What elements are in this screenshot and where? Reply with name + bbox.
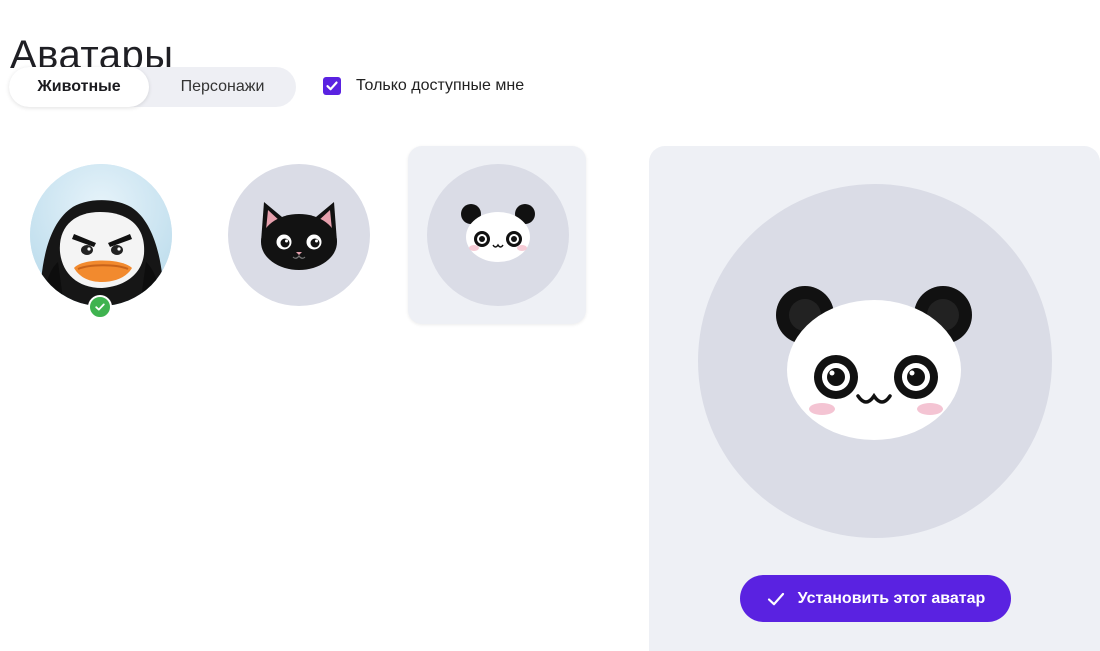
tab-animals[interactable]: Животные <box>9 67 149 107</box>
avatar-option-penguin[interactable] <box>11 146 189 324</box>
avatar-preview-panel: Установить этот аватар <box>649 146 1100 651</box>
tab-characters[interactable]: Персонажи <box>149 67 296 107</box>
available-only-checkbox[interactable] <box>323 77 341 95</box>
check-icon <box>767 592 784 605</box>
avatar-option-black-cat[interactable] <box>209 146 387 324</box>
panda-avatar-image <box>427 164 569 306</box>
check-icon <box>95 303 105 311</box>
set-avatar-button-label: Установить этот аватар <box>797 589 986 607</box>
set-avatar-button[interactable]: Установить этот аватар <box>740 575 1011 622</box>
panda-preview-image <box>698 184 1052 538</box>
category-tabs: Животные Персонажи <box>9 67 296 107</box>
available-only-filter[interactable]: Только доступные мне <box>323 77 524 95</box>
penguin-avatar-image <box>30 164 172 306</box>
black-cat-avatar-image <box>228 164 370 306</box>
checkmark-icon <box>326 81 338 91</box>
avatar-option-panda[interactable] <box>408 146 586 324</box>
available-only-label: Только доступные мне <box>356 77 525 94</box>
current-avatar-badge <box>88 295 112 319</box>
